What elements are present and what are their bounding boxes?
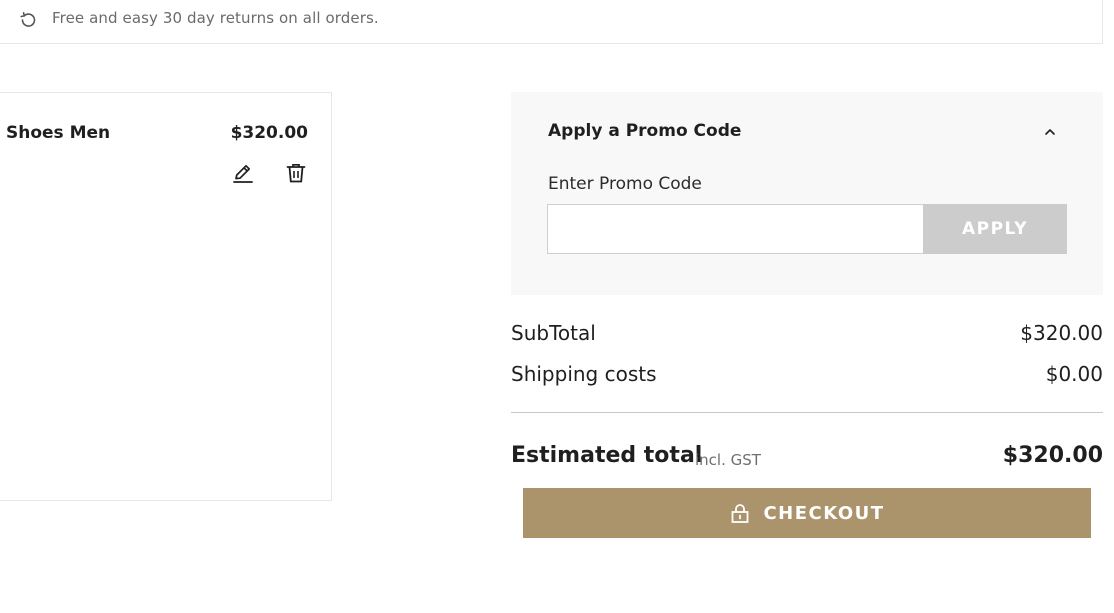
gst-note: incl. GST — [695, 451, 761, 469]
estimated-total-value: $320.00 — [1002, 443, 1103, 468]
apply-promo-button[interactable]: APPLY — [923, 204, 1067, 254]
promo-code-input[interactable] — [547, 204, 924, 254]
promo-code-input-label: Enter Promo Code — [548, 174, 702, 194]
cart-item-card: Shoes Men $320.00 — [0, 92, 332, 501]
returns-banner: Free and easy 30 day returns on all orde… — [0, 0, 1103, 44]
checkout-button-label: CHECKOUT — [763, 502, 885, 524]
shipping-costs-value: $0.00 — [1045, 362, 1103, 386]
cart-page: Free and easy 30 day returns on all orde… — [0, 0, 1114, 613]
subtotal-label: SubTotal — [511, 321, 596, 345]
cart-item-price: $320.00 — [230, 123, 308, 143]
trash-icon[interactable] — [285, 162, 307, 184]
promo-code-panel: Apply a Promo Code Enter Promo Code APPL… — [511, 92, 1103, 295]
pencil-icon[interactable] — [232, 162, 254, 184]
shipping-costs-label: Shipping costs — [511, 362, 657, 386]
estimated-total-label: Estimated total — [511, 443, 703, 468]
undo-return-icon — [17, 9, 39, 31]
returns-banner-text: Free and easy 30 day returns on all orde… — [52, 9, 379, 27]
checkout-button[interactable]: CHECKOUT — [523, 488, 1091, 538]
subtotal-value: $320.00 — [1020, 321, 1103, 345]
lock-icon — [729, 502, 751, 524]
chevron-up-icon[interactable] — [1043, 124, 1057, 138]
summary-divider — [511, 412, 1103, 413]
cart-item-name[interactable]: Shoes Men — [6, 123, 110, 143]
promo-code-title[interactable]: Apply a Promo Code — [548, 121, 741, 141]
